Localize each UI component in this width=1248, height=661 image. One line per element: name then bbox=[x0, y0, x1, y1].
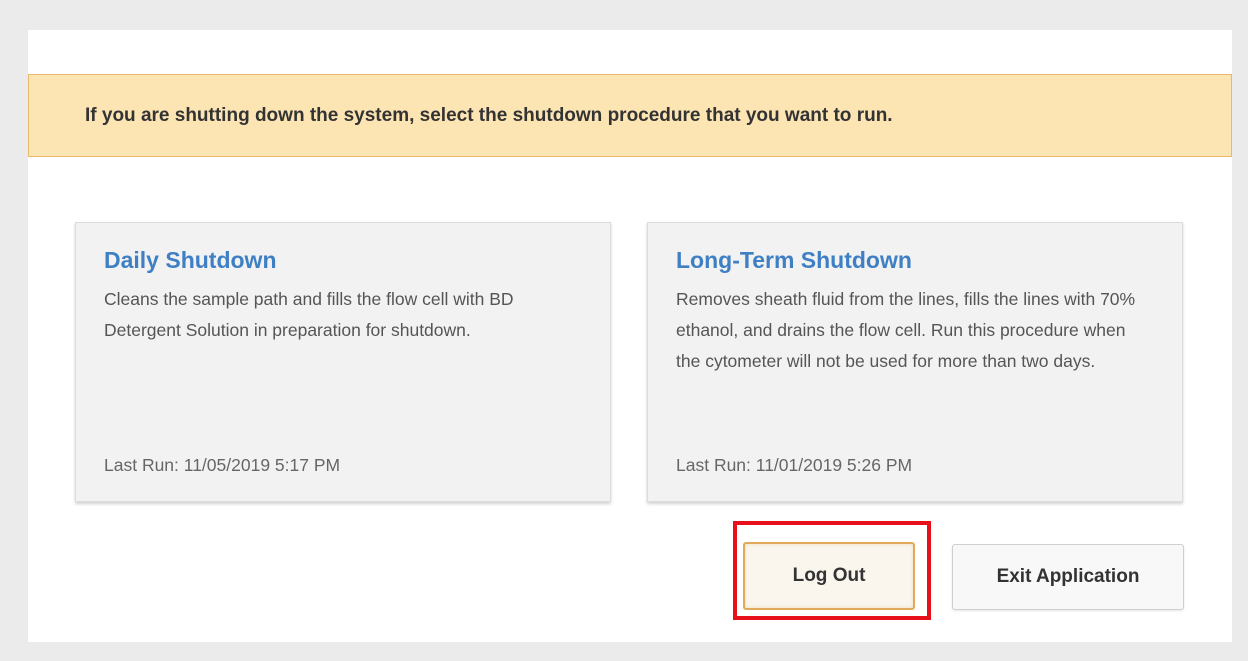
card-last-run: Last Run: 11/01/2019 5:26 PM bbox=[676, 455, 913, 475]
card-last-run: Last Run: 11/05/2019 5:17 PM bbox=[104, 455, 341, 475]
card-title: Daily Shutdown bbox=[104, 247, 277, 273]
card-description: Cleans the sample path and fills the flo… bbox=[104, 289, 514, 340]
info-banner: If you are shutting down the system, sel… bbox=[28, 74, 1232, 157]
banner-message: If you are shutting down the system, sel… bbox=[85, 104, 893, 126]
exit-application-button[interactable]: Exit Application bbox=[952, 544, 1184, 610]
daily-shutdown-card[interactable]: Daily Shutdown Cleans the sample path an… bbox=[75, 222, 611, 502]
long-term-shutdown-card[interactable]: Long-Term Shutdown Removes sheath fluid … bbox=[647, 222, 1183, 502]
log-out-button[interactable]: Log Out bbox=[743, 542, 915, 610]
shutdown-panel: If you are shutting down the system, sel… bbox=[28, 30, 1232, 642]
card-title: Long-Term Shutdown bbox=[676, 247, 912, 273]
card-description: Removes sheath fluid from the lines, fil… bbox=[676, 289, 1136, 371]
